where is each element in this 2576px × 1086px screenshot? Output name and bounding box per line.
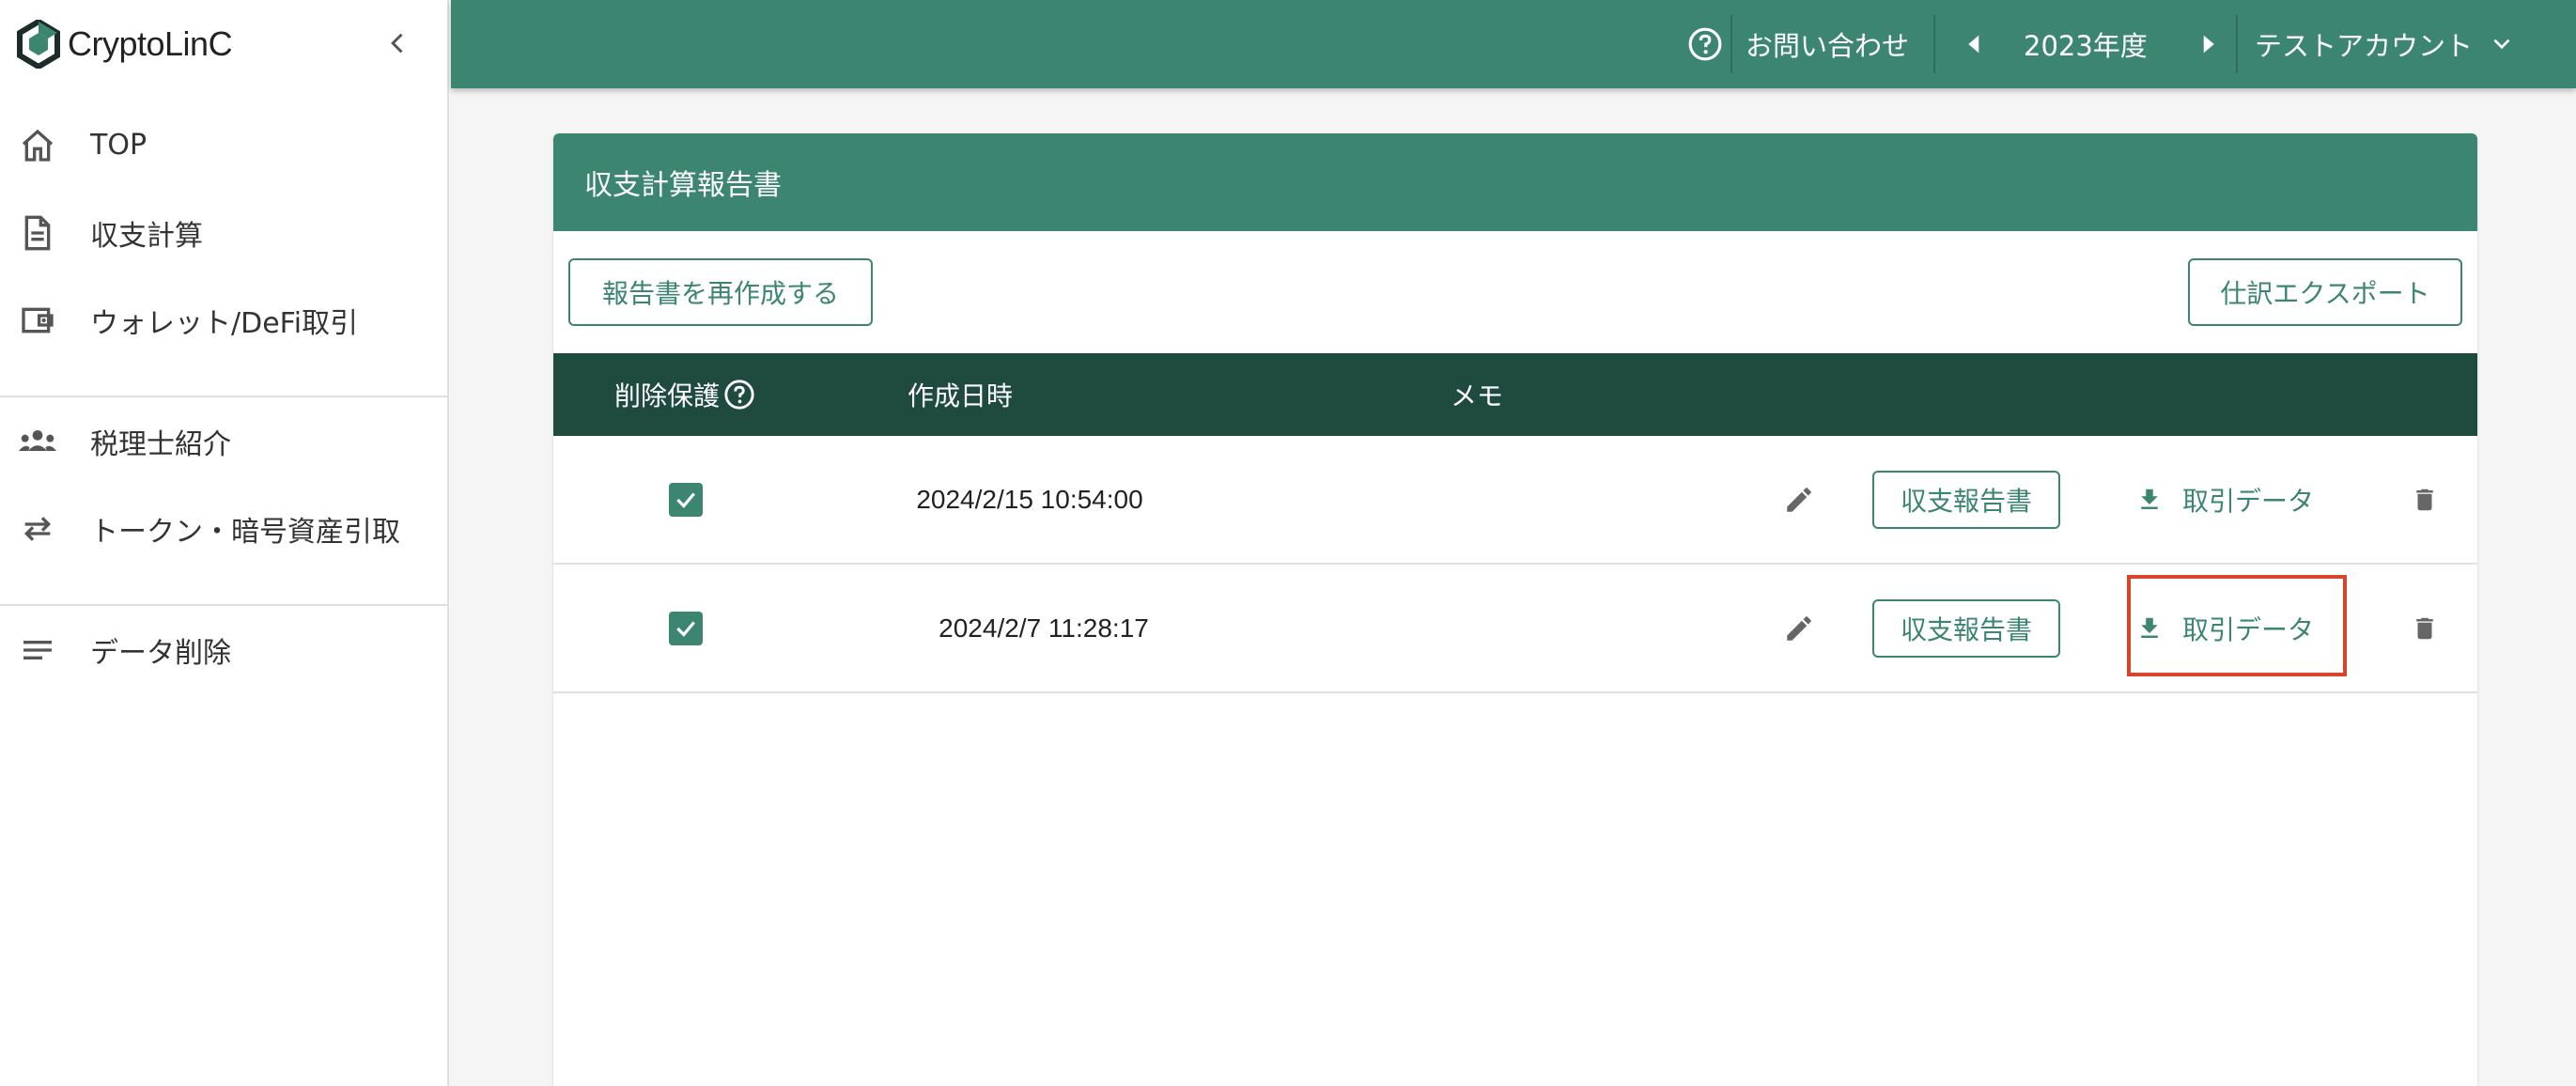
created-date-text: 2024/2/15 10:54:00 [916,484,1143,514]
chevron-down-icon [2493,39,2510,50]
income-report-button[interactable]: 収支報告書 [1872,470,2060,529]
swap-icon [17,508,58,550]
year-label: 2023年度 [2024,30,2148,62]
pencil-icon [1787,615,1811,641]
pencil-icon [1787,487,1811,512]
trash-icon [2416,489,2433,510]
sidebar-item-wallet[interactable]: ウォレット/DeFi取引 [0,276,447,364]
sidebar-item-label: 収支計算 [90,219,203,253]
table-row: 2024/2/7 11:28:17 収支報告書 取引データ [553,565,2477,693]
download-icon [2141,617,2158,638]
contact-label: お問い合わせ [1746,30,1910,62]
divider [2236,15,2238,73]
check-icon [676,620,695,637]
delete-row-button[interactable] [2402,436,2447,563]
trash-icon [2416,617,2433,639]
topbar: お問い合わせ 2023年度 テストアカウント [451,0,2576,88]
trade-data-download-button[interactable]: 取引データ [2135,610,2314,647]
chevron-left-icon [391,33,403,54]
sidebar-item-top[interactable]: TOP [0,101,447,189]
next-year-button[interactable] [2191,0,2228,88]
header-created: 作成日時 [908,380,1014,411]
trade-data-cell: 取引データ [2135,565,2314,691]
checkbox-checked[interactable] [669,611,703,645]
caret-right-icon [2203,35,2214,54]
contact-link[interactable]: お問い合わせ [1687,0,1909,88]
divider [1933,15,1935,73]
sidebar-item-label: データ削除 [90,636,231,670]
divider [1730,15,1732,73]
protect-checkbox[interactable] [669,436,703,563]
sidebar-item-income-calc[interactable]: 収支計算 [0,189,447,276]
help-circle-icon [1688,27,1722,61]
sidebar-item-delete-data[interactable]: データ削除 [0,606,447,693]
card-title: 収支計算報告書 [553,133,2477,231]
trade-data-download-button[interactable]: 取引データ [2135,481,2314,519]
income-report-cell: 収支報告書 [1872,436,2060,563]
trade-data-label: 取引データ [2182,613,2315,645]
regenerate-report-button[interactable]: 報告書を再作成する [568,258,873,326]
download-icon [2141,489,2158,509]
app-name: CryptoLinC [68,24,233,63]
account-menu[interactable]: テストアカウント [2255,0,2514,88]
lines-icon [17,629,58,671]
table-header: 削除保護 作成日時 メモ [553,353,2477,436]
sidebar-item-token-pickup[interactable]: トークン・暗号資産引取 [0,485,447,572]
income-report-button[interactable]: 収支報告書 [1872,598,2060,658]
header-memo: メモ [1451,380,1504,411]
trade-data-label: 取引データ [2182,485,2315,517]
caret-left-icon [1968,35,1979,54]
header-protect: 削除保護 [614,353,755,436]
home-icon [17,125,58,166]
logo-mark-icon [17,20,60,69]
wallet-icon [17,300,58,341]
edit-memo-button[interactable] [1777,565,1822,691]
help-circle-icon[interactable] [723,379,755,411]
card-toolbar: 報告書を再作成する 仕訳エクスポート [553,231,2477,353]
sidebar-item-label: 税理士紹介 [90,427,231,461]
sidebar-item-label: ウォレット/DeFi取引 [90,306,359,340]
sidebar: CryptoLinC TOP 収支計算 ウォレット/DeFi取引 税理士紹介 ト… [0,0,449,1086]
trade-data-cell: 取引データ [2135,436,2314,563]
delete-row-button[interactable] [2402,565,2447,691]
logo[interactable]: CryptoLinC [0,0,447,88]
created-date-text: 2024/2/7 11:28:17 [939,613,1149,643]
protect-checkbox[interactable] [669,565,703,691]
report-card: 収支計算報告書 報告書を再作成する 仕訳エクスポート 削除保護 作成日時 メモ … [553,133,2477,1086]
checkbox-checked[interactable] [669,482,703,517]
document-icon [17,212,58,254]
edit-memo-button[interactable] [1777,436,1822,563]
people-icon [17,421,58,462]
sidebar-item-label: TOP [90,129,147,162]
sidebar-item-label: トークン・暗号資産引取 [90,515,400,549]
sidebar-item-tax-advisor[interactable]: 税理士紹介 [0,397,447,485]
check-icon [676,491,695,508]
prev-year-button[interactable] [1954,0,1992,88]
income-report-cell: 収支報告書 [1872,565,2060,691]
created-date: 2024/2/15 10:54:00 [842,436,1218,563]
header-protect-label: 削除保護 [614,380,721,411]
collapse-sidebar-button[interactable] [380,24,417,62]
table-row: 2024/2/15 10:54:00 収支報告書 取引データ [553,436,2477,565]
created-date: 2024/2/7 11:28:17 [856,565,1232,691]
export-journal-button[interactable]: 仕訳エクスポート [2188,258,2462,326]
account-label: テストアカウント [2255,30,2474,62]
